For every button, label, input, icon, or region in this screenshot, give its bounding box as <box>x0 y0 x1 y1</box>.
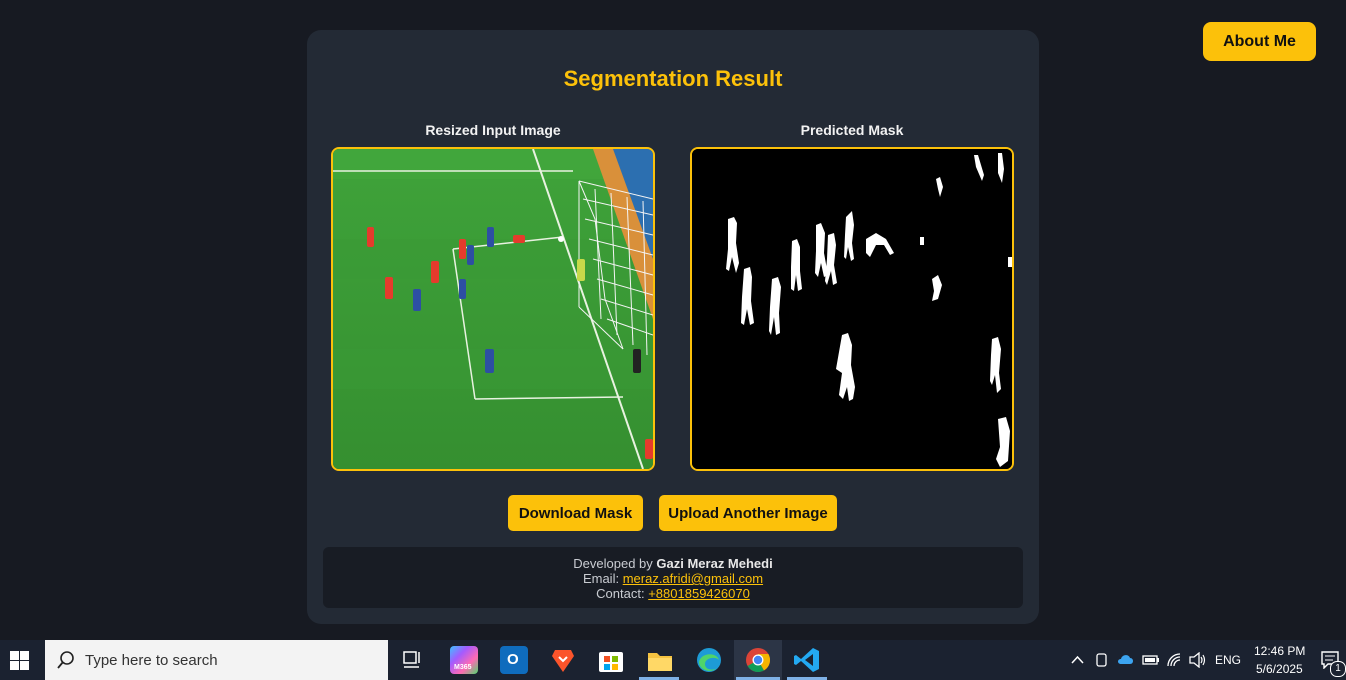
contact-prefix: Contact: <box>596 586 645 601</box>
input-image <box>331 147 655 471</box>
task-view-icon[interactable] <box>403 651 423 669</box>
battery-icon[interactable] <box>1142 654 1160 666</box>
brave-browser-icon[interactable] <box>549 646 577 674</box>
search-placeholder: Type here to search <box>85 651 218 669</box>
language-indicator[interactable]: ENG <box>1215 653 1241 667</box>
vscode-icon[interactable] <box>793 646 821 674</box>
onedrive-icon[interactable] <box>1117 653 1135 665</box>
clock-date[interactable]: 5/6/2025 <box>1256 662 1303 676</box>
taskbar: Type here to search M365 O ENG 12:46 PM … <box>0 640 1346 680</box>
m365-label: M365 <box>454 664 472 671</box>
notification-count-badge: 1 <box>1330 661 1346 677</box>
mask-image-label: Predicted Mask <box>800 122 904 138</box>
windows-start-icon[interactable] <box>10 651 29 670</box>
taskbar-search[interactable]: Type here to search <box>45 640 388 680</box>
clock-time[interactable]: 12:46 PM <box>1254 644 1305 658</box>
input-image-label: Resized Input Image <box>425 122 561 138</box>
outlook-icon[interactable]: O <box>500 646 528 674</box>
email-line: Email: meraz.afridi@gmail.com <box>323 571 1023 586</box>
about-me-button[interactable]: About Me <box>1203 22 1316 61</box>
download-mask-button[interactable]: Download Mask <box>508 495 643 531</box>
predicted-mask-image <box>690 147 1014 471</box>
wifi-icon[interactable] <box>1166 652 1182 668</box>
upload-another-button[interactable]: Upload Another Image <box>659 495 837 531</box>
page-title: Segmentation Result <box>563 66 783 91</box>
edge-browser-icon[interactable] <box>695 646 723 674</box>
microsoft-365-icon[interactable]: M365 <box>450 646 478 674</box>
file-explorer-icon[interactable] <box>646 646 674 674</box>
footer: Developed by Gazi Meraz Mehedi Email: me… <box>323 547 1023 608</box>
chrome-icon[interactable] <box>744 646 772 674</box>
developer-line: Developed by Gazi Meraz Mehedi <box>323 556 1023 571</box>
email-link[interactable]: meraz.afridi@gmail.com <box>623 571 763 586</box>
volume-icon[interactable] <box>1189 652 1207 668</box>
chevron-up-icon[interactable] <box>1071 655 1084 664</box>
email-prefix: Email: <box>582 571 620 586</box>
developed-prefix: Developed by <box>573 556 653 571</box>
search-icon <box>57 651 74 669</box>
microsoft-store-icon[interactable] <box>597 646 625 674</box>
developer-name: Gazi Meraz Mehedi <box>656 556 773 571</box>
phone-link[interactable]: +8801859426070 <box>648 586 750 601</box>
contact-line: Contact: +8801859426070 <box>323 586 1023 601</box>
meet-now-icon[interactable] <box>1095 652 1109 668</box>
